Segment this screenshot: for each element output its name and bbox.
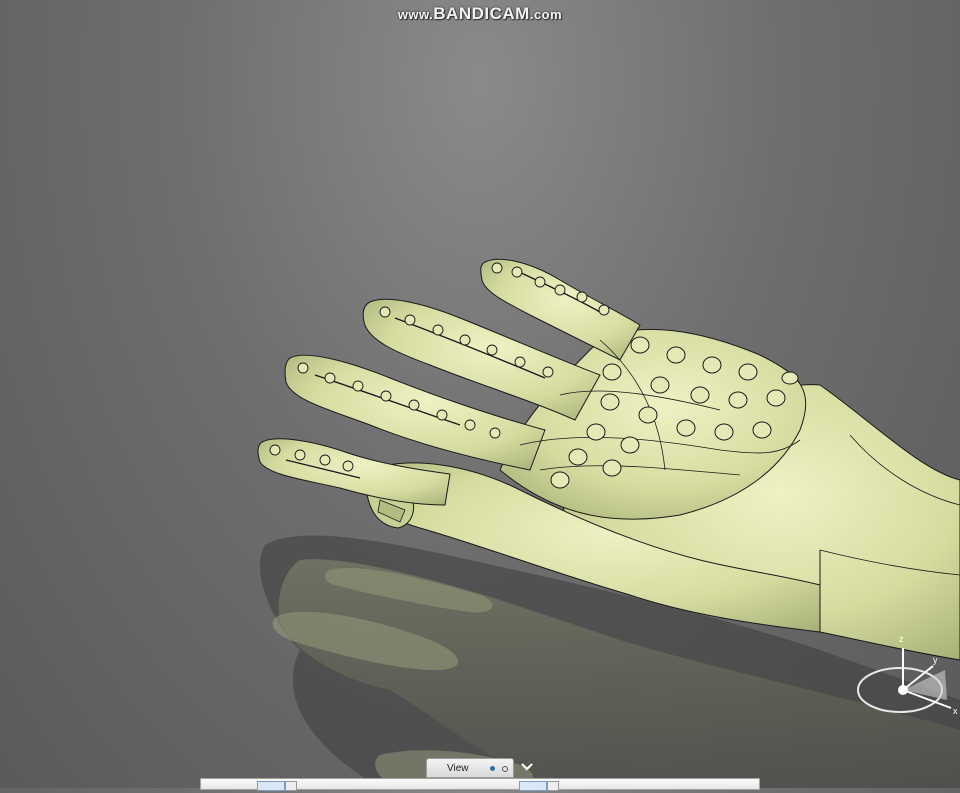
bandicam-watermark: www.BANDICAM.com (0, 4, 960, 24)
chevron-down-icon (521, 763, 533, 771)
watermark-suffix: .com (529, 7, 563, 22)
toolbar-button-3[interactable] (519, 781, 547, 791)
tab-view[interactable]: View (426, 758, 514, 778)
axis-x-label: x (953, 706, 958, 716)
3d-viewport[interactable]: z y x (0, 0, 960, 788)
little-finger (257, 438, 451, 506)
bottom-toolbar (200, 778, 760, 791)
active-dot-icon[interactable] (490, 766, 495, 771)
watermark-prefix: www. (397, 7, 434, 22)
inactive-dot-icon[interactable] (502, 766, 508, 772)
hand-model-render[interactable] (0, 0, 960, 788)
compass-icon[interactable]: z y x (855, 630, 960, 720)
axis-y-label: y (933, 655, 938, 665)
toolbar-button-1[interactable] (257, 781, 285, 791)
tab-view-label: View (447, 762, 469, 774)
axis-z-label: z (899, 634, 904, 644)
watermark-brand: BANDICAM (433, 4, 530, 23)
toolbar-button-2[interactable] (285, 781, 297, 791)
expand-toolbar-button[interactable] (517, 758, 537, 776)
toolbar-button-4[interactable] (547, 781, 559, 791)
